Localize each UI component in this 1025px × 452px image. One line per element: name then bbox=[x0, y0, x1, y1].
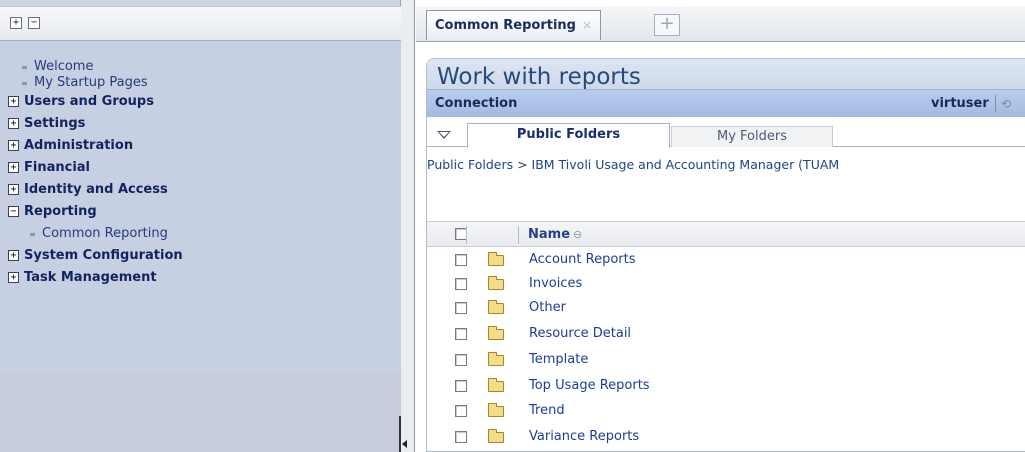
collapse-icon[interactable]: − bbox=[8, 206, 19, 217]
nav-item-label: Administration bbox=[24, 138, 134, 153]
list-item[interactable]: Trend bbox=[427, 399, 1025, 424]
expand-icon[interactable]: + bbox=[8, 162, 19, 173]
nav-item-my-startup-pages[interactable]: My Startup Pages bbox=[22, 73, 148, 93]
folder-link[interactable]: Template bbox=[529, 352, 588, 367]
tab-public-folders[interactable]: Public Folders bbox=[467, 123, 670, 148]
add-tab-icon[interactable]: + bbox=[654, 14, 680, 36]
name-column-header[interactable]: Name ⊖ bbox=[528, 227, 582, 242]
work-with-reports-panel: Work with reports Connection virtuser ⟲ … bbox=[426, 58, 1025, 452]
tab-common-reporting[interactable]: Common Reporting × bbox=[426, 10, 602, 40]
list-item[interactable]: Top Usage Reports bbox=[427, 374, 1025, 399]
bullet-icon bbox=[30, 233, 35, 236]
row-checkbox[interactable] bbox=[455, 354, 467, 366]
row-checkbox[interactable] bbox=[455, 278, 467, 290]
column-divider bbox=[518, 226, 519, 244]
breadcrumb[interactable]: Public Folders > IBM Tivoli Usage and Ac… bbox=[427, 157, 1025, 172]
list-item[interactable]: Account Reports bbox=[427, 248, 1025, 273]
panel-header: Work with reports bbox=[427, 59, 1025, 90]
sort-icon[interactable]: ⊖ bbox=[573, 228, 582, 241]
list-item[interactable]: Other bbox=[427, 296, 1025, 321]
nav-item-label: Welcome bbox=[34, 59, 94, 74]
nav-item-label: Financial bbox=[24, 160, 91, 175]
folder-tabs: Public Folders My Folders bbox=[427, 123, 1025, 148]
nav-item-label: Settings bbox=[24, 116, 86, 131]
logoff-icon[interactable]: ⟲ bbox=[1001, 97, 1015, 111]
tab-label: Common Reporting bbox=[435, 18, 576, 33]
expand-icon[interactable]: + bbox=[8, 250, 19, 261]
nav-item-label: Users and Groups bbox=[24, 94, 154, 109]
collapse-triangle-icon[interactable] bbox=[437, 131, 451, 139]
collapse-left-icon[interactable] bbox=[402, 440, 407, 448]
folder-link[interactable]: Other bbox=[529, 300, 566, 315]
nav-tree: Welcome My Startup Pages + Users and Gro… bbox=[0, 41, 401, 371]
nav-item-label: My Startup Pages bbox=[34, 75, 148, 90]
nav-item-label: Task Management bbox=[24, 270, 157, 285]
folder-icon bbox=[488, 300, 504, 314]
nav-toolbar: + − bbox=[0, 6, 401, 41]
expand-icon[interactable]: + bbox=[8, 118, 19, 129]
connection-bar: Connection virtuser ⟲ bbox=[427, 89, 1025, 117]
row-checkbox[interactable] bbox=[455, 380, 467, 392]
name-header-label: Name bbox=[528, 227, 571, 242]
tab-my-folders[interactable]: My Folders bbox=[671, 126, 833, 147]
folder-icon bbox=[488, 252, 504, 266]
list-item[interactable]: Template bbox=[427, 348, 1025, 373]
folder-icon bbox=[488, 429, 504, 443]
folder-link[interactable]: Top Usage Reports bbox=[529, 378, 650, 393]
divider bbox=[995, 95, 996, 112]
folder-icon bbox=[488, 352, 504, 366]
list-item[interactable]: Variance Reports bbox=[427, 425, 1025, 450]
connection-label: Connection bbox=[435, 96, 518, 111]
nav-item-common-reporting[interactable]: Common Reporting bbox=[30, 224, 168, 244]
folder-link[interactable]: Invoices bbox=[529, 276, 582, 291]
row-checkbox[interactable] bbox=[455, 302, 467, 314]
folder-icon bbox=[488, 378, 504, 392]
folder-link[interactable]: Account Reports bbox=[529, 252, 636, 267]
expand-icon[interactable]: + bbox=[8, 184, 19, 195]
page-title: Work with reports bbox=[437, 64, 641, 90]
nav-item-label: System Configuration bbox=[24, 248, 183, 263]
column-divider bbox=[466, 226, 467, 244]
expand-all-icon[interactable]: + bbox=[10, 17, 22, 29]
list-item[interactable]: Invoices bbox=[427, 272, 1025, 297]
expand-icon[interactable]: + bbox=[8, 140, 19, 151]
bullet-icon bbox=[22, 66, 27, 69]
close-icon[interactable]: × bbox=[582, 18, 592, 32]
folder-icon bbox=[488, 326, 504, 340]
nav-item-label: Identity and Access bbox=[24, 182, 168, 197]
folder-icon bbox=[488, 403, 504, 417]
row-checkbox[interactable] bbox=[455, 328, 467, 340]
expand-icon[interactable]: + bbox=[8, 272, 19, 283]
user-name: virtuser bbox=[931, 96, 989, 111]
tab-bar: Common Reporting × + bbox=[416, 6, 1025, 42]
nav-empty-area bbox=[0, 371, 401, 452]
row-checkbox[interactable] bbox=[455, 254, 467, 266]
bullet-icon bbox=[22, 82, 27, 85]
folder-link[interactable]: Variance Reports bbox=[529, 429, 639, 444]
list-header: Name ⊖ bbox=[427, 221, 1025, 247]
folder-link[interactable]: Trend bbox=[529, 403, 565, 418]
pane-splitter[interactable] bbox=[401, 0, 415, 452]
folder-icon bbox=[488, 276, 504, 290]
expand-icon[interactable]: + bbox=[8, 96, 19, 107]
folder-link[interactable]: Resource Detail bbox=[529, 326, 631, 341]
navigation-pane: + − Welcome My Startup Pages + Users and… bbox=[0, 0, 401, 452]
nav-item-label: Common Reporting bbox=[42, 226, 168, 241]
row-checkbox[interactable] bbox=[455, 431, 467, 443]
collapse-all-icon[interactable]: − bbox=[28, 17, 40, 29]
row-checkbox[interactable] bbox=[455, 405, 467, 417]
content-area: Common Reporting × + Work with reports Co… bbox=[416, 0, 1025, 452]
nav-item-label: Reporting bbox=[24, 204, 97, 219]
list-item[interactable]: Resource Detail bbox=[427, 322, 1025, 347]
